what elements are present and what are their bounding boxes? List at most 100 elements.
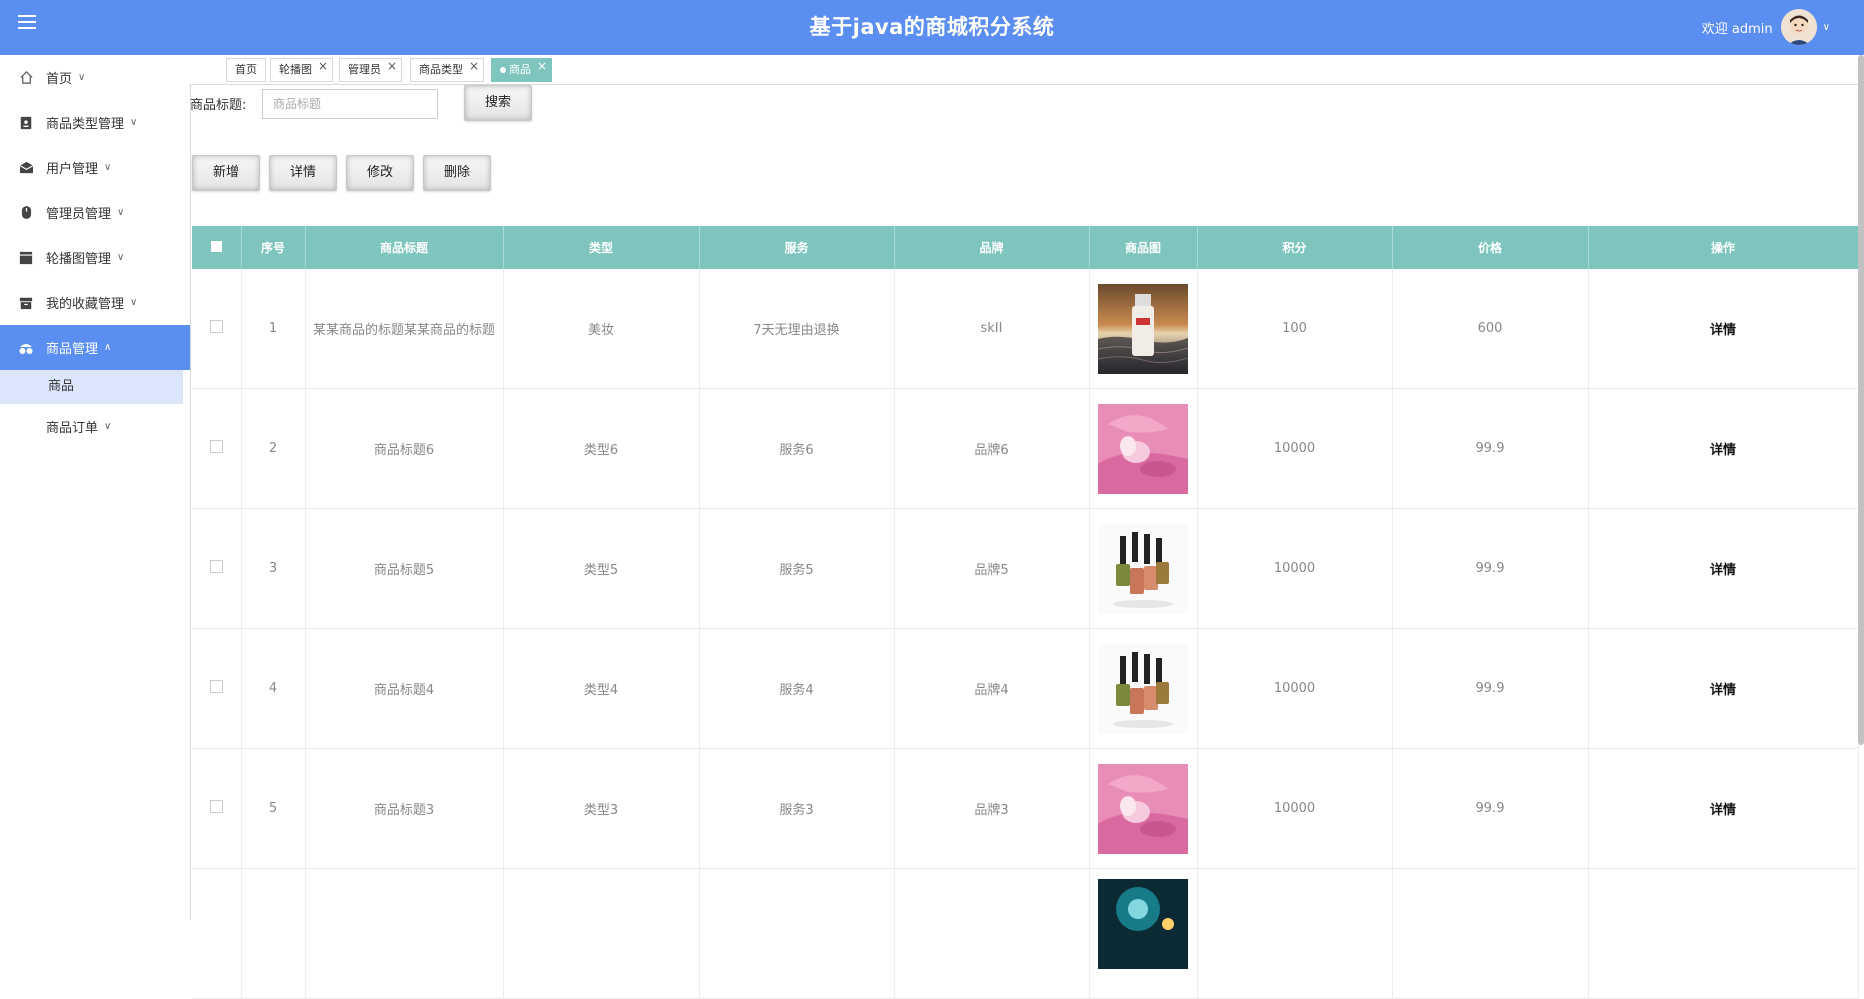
- sidebar-item-carousel[interactable]: 轮播图管理 ∨: [0, 235, 190, 280]
- cell-service: 服务3: [699, 748, 895, 869]
- cell-price: 99.9: [1392, 748, 1589, 869]
- sidebar-item-label: 用户管理: [46, 162, 99, 177]
- table-row: 4 商品标题4 类型4 服务4 品牌4 10000 99.9 详情: [192, 628, 1859, 749]
- tab-admin[interactable]: 管理员 ×: [339, 58, 402, 82]
- goods-icon: [18, 340, 34, 356]
- detail-button[interactable]: 详情: [269, 155, 337, 191]
- row-checkbox[interactable]: [209, 440, 223, 453]
- sidebar-item-home[interactable]: 首页 ∨: [0, 55, 190, 100]
- detail-link[interactable]: 详情: [1588, 269, 1859, 389]
- mouse-icon: [18, 205, 34, 221]
- active-dot-icon: [500, 67, 506, 73]
- close-icon[interactable]: ×: [537, 55, 547, 77]
- sidebar-subitem-orders[interactable]: 商品订单 ∨: [0, 404, 190, 449]
- close-icon[interactable]: ×: [469, 55, 479, 77]
- cell-points: 100: [1197, 269, 1393, 389]
- cell-title: 商品标题6: [305, 388, 504, 509]
- row-checkbox-cell[interactable]: [192, 269, 242, 389]
- table-row: 1 某某商品的标题某某商品的标题 美妆 7天无理由退换 skII 100 600: [192, 269, 1859, 389]
- cell-no: 4: [241, 628, 306, 749]
- tab-label: 商品类型: [419, 63, 463, 76]
- cell-op: [1588, 868, 1859, 999]
- cell-brand: 品牌6: [894, 388, 1090, 509]
- row-checkbox-cell[interactable]: [192, 508, 242, 629]
- row-checkbox[interactable]: [209, 320, 223, 333]
- select-all-checkbox-cell[interactable]: [192, 226, 242, 269]
- row-checkbox-cell[interactable]: [192, 748, 242, 869]
- chevron-down-icon: ∨: [117, 252, 125, 263]
- cell-image: [1089, 388, 1198, 509]
- cell-image: [1089, 748, 1198, 869]
- cell-title: 商品标题3: [305, 748, 504, 869]
- delete-button[interactable]: 删除: [423, 155, 491, 191]
- archive-icon: [18, 295, 34, 311]
- cell-service: 服务4: [699, 628, 895, 749]
- cell-image: [1089, 868, 1198, 999]
- table-row: 3 商品标题5 类型5 服务5 品牌5 10000 99.9 详情: [192, 508, 1859, 629]
- edit-button[interactable]: 修改: [346, 155, 414, 191]
- table-row: [192, 868, 1859, 999]
- cell-points: [1197, 868, 1393, 999]
- category-icon: [18, 115, 34, 131]
- sidebar-item-favorites[interactable]: 我的收藏管理 ∨: [0, 280, 190, 325]
- row-checkbox[interactable]: [209, 800, 223, 813]
- user-menu[interactable]: 欢迎 admin ∨: [1702, 8, 1830, 46]
- sidebar-item-label: 商品管理: [46, 342, 99, 357]
- close-icon[interactable]: ×: [387, 55, 397, 77]
- col-header: 类型: [503, 226, 700, 269]
- detail-link[interactable]: 详情: [1588, 508, 1859, 629]
- cell-brand: 品牌4: [894, 628, 1090, 749]
- chevron-down-icon: ∨: [117, 207, 125, 218]
- detail-link[interactable]: 详情: [1588, 748, 1859, 869]
- product-image-nail-polish: [1098, 523, 1188, 614]
- sidebar: 首页 ∨ 商品类型管理 ∨ 用户管理 ∨ 管理员管理 ∨ 轮播图管理 ∨ 我的收…: [0, 55, 191, 920]
- search-button[interactable]: 搜索: [464, 85, 532, 121]
- close-icon[interactable]: ×: [318, 55, 328, 77]
- add-button[interactable]: 新增: [192, 155, 260, 191]
- select-all-checkbox[interactable]: [210, 240, 222, 252]
- detail-link[interactable]: 详情: [1588, 628, 1859, 749]
- col-header: 操作: [1588, 226, 1859, 269]
- cell-type: 类型5: [503, 508, 700, 629]
- cell-price: 99.9: [1392, 388, 1589, 509]
- search-input[interactable]: [262, 89, 438, 119]
- tab-bar: 首页 轮播图 × 管理员 × 商品类型 × 商品 ×: [190, 55, 1864, 85]
- sidebar-item-users[interactable]: 用户管理 ∨: [0, 145, 190, 190]
- table-row: 2 商品标题6 类型6 服务6 品牌6 10000 99.9 详情: [192, 388, 1859, 509]
- sidebar-item-label: 商品类型管理: [46, 117, 125, 132]
- cell-points: 10000: [1197, 628, 1393, 749]
- chevron-down-icon[interactable]: ∨: [1823, 22, 1830, 33]
- table-row: 5 商品标题3 类型3 服务3 品牌3 10000 99.9 详情: [192, 748, 1859, 869]
- sidebar-subitem-goods[interactable]: 商品: [0, 370, 183, 404]
- tab-home[interactable]: 首页: [226, 58, 266, 82]
- cell-brand: 品牌5: [894, 508, 1090, 629]
- avatar[interactable]: [1780, 9, 1817, 45]
- row-checkbox[interactable]: [209, 680, 223, 693]
- sidebar-item-admins[interactable]: 管理员管理 ∨: [0, 190, 190, 235]
- tab-carousel[interactable]: 轮播图 ×: [270, 58, 333, 82]
- row-checkbox-cell[interactable]: [192, 388, 242, 509]
- row-checkbox[interactable]: [209, 560, 223, 573]
- product-image-pink-sponge: [1098, 403, 1188, 494]
- sidebar-item-goods[interactable]: 商品管理 ∧: [0, 325, 190, 370]
- envelope-icon: [18, 160, 34, 176]
- tab-category[interactable]: 商品类型 ×: [410, 58, 484, 82]
- cell-no: [241, 868, 306, 999]
- tab-label: 商品: [509, 63, 531, 76]
- cell-title: 商品标题4: [305, 628, 504, 749]
- row-checkbox-cell[interactable]: [192, 868, 242, 999]
- col-header: 品牌: [894, 226, 1090, 269]
- tab-label: 轮播图: [279, 63, 312, 76]
- product-image-nail-polish: [1098, 643, 1188, 734]
- detail-link[interactable]: 详情: [1588, 388, 1859, 509]
- cell-price: 600: [1392, 269, 1589, 389]
- chevron-up-icon: ∧: [104, 342, 112, 353]
- row-checkbox-cell[interactable]: [192, 628, 242, 749]
- search-label: 商品标题:: [190, 98, 247, 113]
- tab-label: 首页: [235, 63, 257, 76]
- sidebar-item-category[interactable]: 商品类型管理 ∨: [0, 100, 190, 145]
- sidebar-item-label: 轮播图管理: [46, 252, 112, 267]
- scrollbar[interactable]: [1858, 55, 1864, 745]
- cell-type: 美妆: [503, 269, 700, 389]
- tab-goods[interactable]: 商品 ×: [491, 58, 552, 82]
